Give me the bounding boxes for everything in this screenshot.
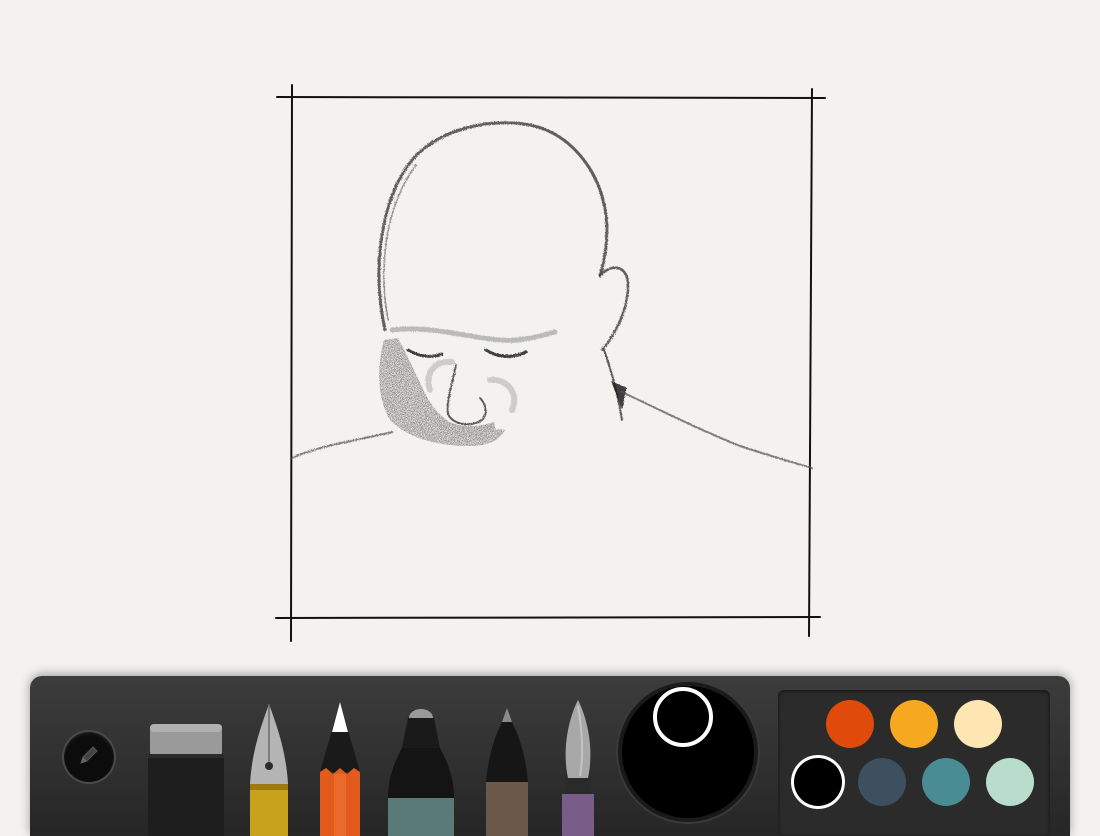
fine-pen-tool[interactable] bbox=[484, 708, 530, 836]
pencil-mode-icon bbox=[76, 742, 102, 772]
swatch-slate[interactable] bbox=[858, 758, 906, 806]
swatch-mint[interactable] bbox=[986, 758, 1034, 806]
swatch-teal[interactable] bbox=[922, 758, 970, 806]
sketch-frame bbox=[275, 84, 826, 642]
swatch-cream[interactable] bbox=[954, 700, 1002, 748]
eraser-icon bbox=[148, 724, 224, 836]
tool-tray bbox=[30, 676, 1070, 836]
pencil-tool[interactable] bbox=[318, 702, 362, 836]
marker-tool[interactable] bbox=[386, 708, 456, 836]
portrait-sketch bbox=[291, 121, 813, 469]
color-palette bbox=[778, 690, 1050, 836]
paintbrush-tool[interactable] bbox=[558, 700, 598, 836]
swatch-black[interactable] bbox=[794, 758, 842, 806]
paintbrush-icon bbox=[558, 700, 598, 836]
swatch-orange[interactable] bbox=[826, 700, 874, 748]
swatch-yellow[interactable] bbox=[890, 700, 938, 748]
draw-mode-button[interactable] bbox=[64, 732, 114, 782]
pencil-icon bbox=[318, 702, 362, 836]
current-color-indicator[interactable] bbox=[653, 687, 713, 747]
eraser-tool[interactable] bbox=[148, 724, 224, 836]
fountain-pen-icon bbox=[248, 704, 290, 836]
marker-icon bbox=[386, 708, 456, 836]
fine-pen-icon bbox=[484, 708, 530, 836]
fountain-pen-tool[interactable] bbox=[248, 704, 290, 836]
